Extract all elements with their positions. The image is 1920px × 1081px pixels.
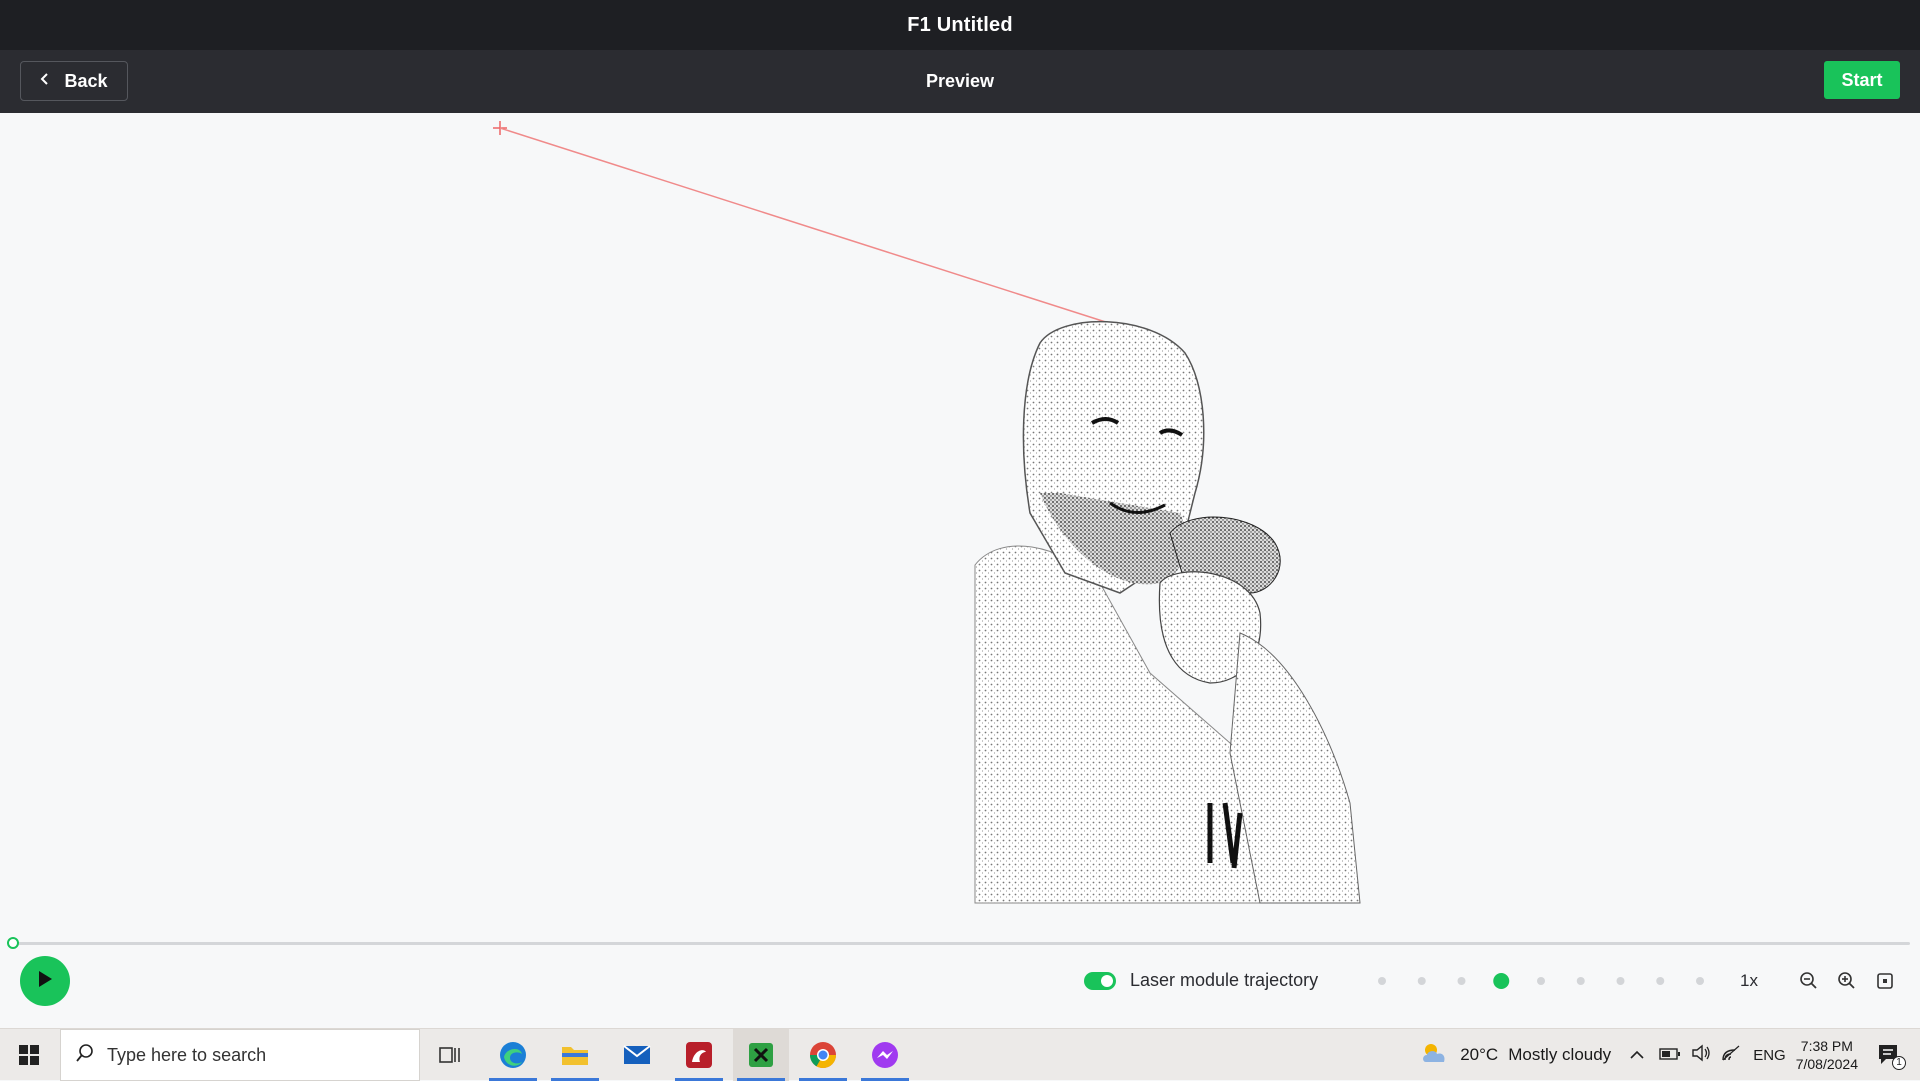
cloudy-weather-icon xyxy=(1420,1040,1450,1071)
windows-start-button[interactable] xyxy=(0,1029,58,1081)
app-red-icon[interactable] xyxy=(671,1029,727,1081)
timeline-track[interactable] xyxy=(12,942,1910,945)
chevron-up-icon[interactable] xyxy=(1629,1045,1645,1065)
play-button[interactable] xyxy=(20,956,70,1006)
language-indicator[interactable]: ENG xyxy=(1753,1047,1786,1064)
taskbar-search[interactable] xyxy=(60,1029,420,1081)
back-button[interactable]: Back xyxy=(20,61,128,101)
taskbar: 20°C Mostly cloudy ENG 7:38 PM 7/08/2024… xyxy=(0,1028,1920,1081)
speed-step-dot[interactable] xyxy=(1696,977,1704,985)
trajectory-toggle-label: Laser module trajectory xyxy=(1130,970,1319,990)
zoom-out-icon[interactable] xyxy=(1796,968,1822,994)
toolbar: Back Preview Start xyxy=(0,50,1920,113)
clock-date: 7/08/2024 xyxy=(1795,1056,1858,1072)
trajectory-toggle[interactable] xyxy=(1084,972,1116,990)
mail-icon[interactable] xyxy=(609,1029,665,1081)
weather-temperature: 20°C xyxy=(1460,1045,1499,1064)
windows-logo-icon xyxy=(19,1045,39,1065)
fit-to-screen-icon[interactable] xyxy=(1872,968,1898,994)
messenger-icon[interactable] xyxy=(857,1029,913,1081)
speed-value: 1x xyxy=(1740,971,1758,990)
speed-step-dot[interactable] xyxy=(1616,977,1625,985)
notification-badge: 1 xyxy=(1892,1056,1906,1070)
speed-slider-handle[interactable] xyxy=(1493,973,1510,989)
zoom-controls xyxy=(1796,968,1898,994)
preview-canvas[interactable] xyxy=(0,113,1920,935)
play-icon xyxy=(37,970,53,993)
volume-icon[interactable] xyxy=(1691,1044,1711,1067)
speed-step-dot[interactable] xyxy=(1656,977,1665,985)
speed-step-dot[interactable] xyxy=(1457,977,1466,985)
back-button-label: Back xyxy=(64,70,108,91)
battery-icon[interactable] xyxy=(1659,1045,1681,1065)
task-view-icon[interactable] xyxy=(422,1029,478,1081)
clock[interactable]: 7:38 PM 7/08/2024 xyxy=(1796,1037,1858,1073)
file-explorer-icon[interactable] xyxy=(547,1029,603,1081)
search-input[interactable] xyxy=(107,1044,387,1066)
clock-time: 7:38 PM xyxy=(1800,1038,1853,1054)
speed-slider[interactable] xyxy=(1376,970,1706,992)
speed-step-dot[interactable] xyxy=(1576,977,1585,985)
notification-icon[interactable]: 1 xyxy=(1876,1042,1906,1070)
chevron-left-icon xyxy=(40,72,50,91)
chrome-icon[interactable] xyxy=(795,1029,851,1081)
edge-icon[interactable] xyxy=(485,1029,541,1081)
timeline-handle[interactable] xyxy=(7,937,19,949)
preview-drawing xyxy=(493,121,1361,904)
weather-description: Mostly cloudy xyxy=(1508,1045,1612,1064)
xbox-icon[interactable] xyxy=(733,1029,789,1081)
search-icon xyxy=(75,1043,95,1068)
speed-step-dot[interactable] xyxy=(1378,977,1386,985)
engraving-image xyxy=(974,320,1361,904)
page-title: Preview xyxy=(925,71,995,91)
system-tray: 20°C Mostly cloudy ENG 7:38 PM 7/08/2024… xyxy=(1420,1029,1920,1081)
title-bar: F1 Untitled xyxy=(0,0,1920,50)
laser-trajectory-line xyxy=(499,127,1116,326)
window-title: F1 Untitled xyxy=(907,13,1013,36)
start-button[interactable]: Start xyxy=(1824,61,1900,99)
speed-step-dot[interactable] xyxy=(1537,977,1545,985)
toggle-knob xyxy=(1101,975,1113,987)
weather-widget[interactable]: 20°C Mostly cloudy xyxy=(1420,1040,1611,1071)
zoom-in-icon[interactable] xyxy=(1834,968,1860,994)
wifi-icon[interactable] xyxy=(1721,1044,1741,1067)
speed-step-dot[interactable] xyxy=(1417,977,1426,985)
